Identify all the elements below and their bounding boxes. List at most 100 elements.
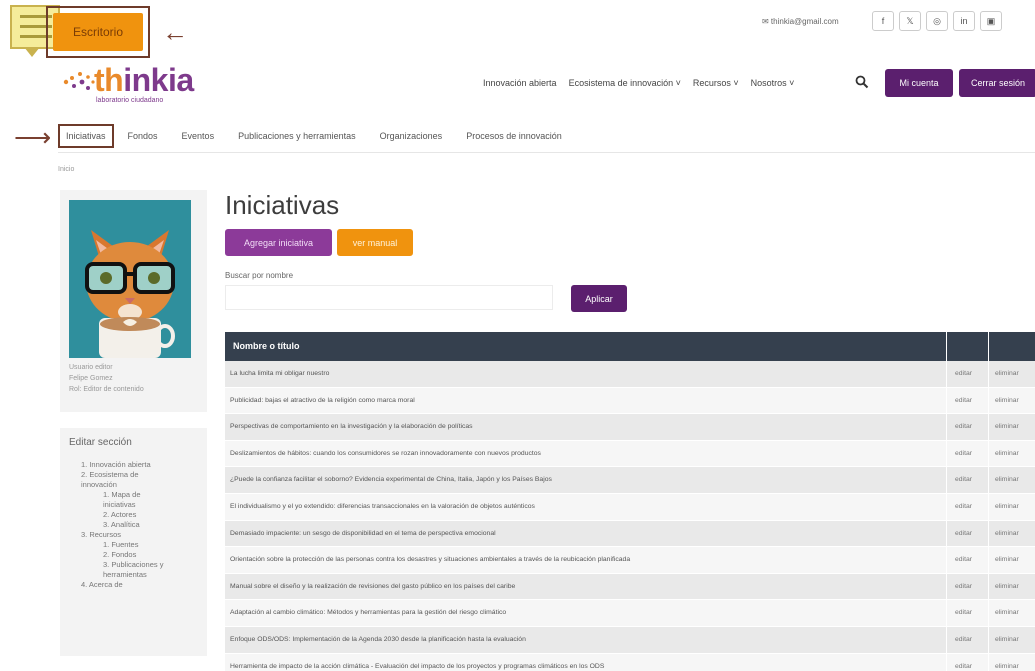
edit-section-item[interactable]: 1. Mapa de xyxy=(69,490,198,500)
initiative-title: La lucha limita mi obligar nuestro xyxy=(225,361,947,387)
facebook-icon[interactable]: f xyxy=(872,11,894,31)
delete-link[interactable]: eliminar xyxy=(989,388,1035,414)
edit-link[interactable]: editar xyxy=(947,573,989,600)
table-row: Deslizamientos de hábitos: cuando los co… xyxy=(225,440,1035,468)
edit-section-item[interactable]: 4. Acerca de xyxy=(69,580,198,590)
delete-link[interactable]: eliminar xyxy=(989,414,1035,440)
edit-section-item[interactable]: iniciativas xyxy=(69,500,198,510)
mi-cuenta-button[interactable]: Mi cuenta xyxy=(885,69,953,97)
column-header-name[interactable]: Nombre o título xyxy=(225,332,947,361)
delete-link[interactable]: eliminar xyxy=(989,574,1035,600)
author-info: Usuario editor Felipe Gomez Rol: Editor … xyxy=(69,362,144,395)
tab-organizaciones[interactable]: Organizaciones xyxy=(380,131,443,141)
edit-section-item[interactable]: 1. Innovación abierta xyxy=(69,460,198,470)
author-permission: Rol: Editor de contenido xyxy=(69,386,144,393)
edit-link[interactable]: editar xyxy=(947,493,989,520)
table-row: Enfoque ODS/ODS: Implementación de la Ag… xyxy=(225,626,1035,654)
edit-section-item[interactable]: 2. Actores xyxy=(69,510,198,520)
delete-link[interactable]: eliminar xyxy=(989,600,1035,626)
linkedin-icon[interactable]: in xyxy=(953,11,975,31)
contact-email[interactable]: ✉ thinkia@gmail.com xyxy=(762,17,839,26)
delete-link[interactable]: eliminar xyxy=(989,494,1035,520)
tab-publicaciones[interactable]: Publicaciones y herramientas xyxy=(238,131,356,141)
tab-procesos[interactable]: Procesos de innovación xyxy=(466,131,562,141)
escritorio-button[interactable]: Escritorio xyxy=(53,13,143,51)
author-role: Usuario editor xyxy=(69,364,113,371)
delete-link[interactable]: eliminar xyxy=(989,361,1035,387)
edit-section-title: Editar sección xyxy=(69,437,132,448)
delete-link[interactable]: eliminar xyxy=(989,627,1035,653)
tab-iniciativas[interactable]: Iniciativas xyxy=(58,124,114,148)
initiative-title: El individualismo y el yo extendido: dif… xyxy=(225,493,947,520)
table-row: El individualismo y el yo extendido: dif… xyxy=(225,493,1035,521)
edit-link[interactable]: editar xyxy=(947,361,989,387)
table-body: La lucha limita mi obligar nuestro editar… xyxy=(225,361,1035,671)
initiative-title: Demasiado impaciente: un sesgo de dispon… xyxy=(225,520,947,547)
avatar xyxy=(69,200,191,358)
apply-button[interactable]: Aplicar xyxy=(571,285,627,312)
logo-name: thinkia xyxy=(94,62,194,98)
table-header: Nombre o título xyxy=(225,332,1035,361)
youtube-icon[interactable]: ▣ xyxy=(980,11,1002,31)
edit-link[interactable]: editar xyxy=(947,547,989,573)
edit-link[interactable]: editar xyxy=(947,414,989,440)
table-row: La lucha limita mi obligar nuestro editar… xyxy=(225,361,1035,388)
delete-link[interactable]: eliminar xyxy=(989,467,1035,493)
edit-section-panel: Editar sección 1. Innovación abierta 2. E… xyxy=(60,428,207,656)
edit-link[interactable]: editar xyxy=(947,467,989,493)
tab-eventos[interactable]: Eventos xyxy=(182,131,215,141)
edit-link[interactable]: editar xyxy=(947,626,989,653)
edit-section-item[interactable]: 2. Fondos xyxy=(69,550,198,560)
edit-link[interactable]: editar xyxy=(947,440,989,467)
nav-recursos[interactable]: Recursos ˅ xyxy=(693,78,739,88)
edit-section-item[interactable]: 3. Publicaciones y xyxy=(69,560,198,570)
edit-link[interactable]: editar xyxy=(947,387,989,414)
delete-link[interactable]: eliminar xyxy=(989,654,1035,671)
social-links: f 𝕏 ◎ in ▣ xyxy=(872,11,1002,31)
initiative-title: Adaptación al cambio climático: Métodos … xyxy=(225,600,947,626)
initiative-title: Enfoque ODS/ODS: Implementación de la Ag… xyxy=(225,626,947,653)
table-row: Demasiado impaciente: un sesgo de dispon… xyxy=(225,520,1035,548)
edit-section-item[interactable]: 3. Analítica xyxy=(69,520,198,530)
edit-section-item[interactable]: herramientas xyxy=(69,570,198,580)
page-title: Iniciativas xyxy=(225,190,340,220)
breadcrumb[interactable]: Inicio xyxy=(58,166,74,173)
search-input[interactable] xyxy=(225,285,553,310)
delete-link[interactable]: eliminar xyxy=(989,521,1035,547)
nav-nosotros[interactable]: Nosotros ˅ xyxy=(751,78,795,88)
column-header-edit xyxy=(947,332,989,361)
initiative-title: Deslizamientos de hábitos: cuando los co… xyxy=(225,440,947,467)
add-initiative-button[interactable]: Agregar iniciativa xyxy=(225,229,332,256)
column-header-delete xyxy=(989,332,1035,361)
nav-ecosistema[interactable]: Ecosistema de innovación ˅ xyxy=(569,78,681,88)
search-label: Buscar por nombre xyxy=(225,271,294,280)
search-icon[interactable] xyxy=(855,75,869,89)
subnav-divider xyxy=(58,152,1035,153)
edit-link[interactable]: editar xyxy=(947,653,989,671)
edit-section-item[interactable]: innovación xyxy=(69,480,198,490)
edit-link[interactable]: editar xyxy=(947,520,989,547)
arrow-left-icon: ← xyxy=(162,17,188,47)
initiative-title: Manual sobre el diseño y la realización … xyxy=(225,573,947,600)
edit-section-item[interactable]: 2. Ecosistema de xyxy=(69,470,198,480)
edit-section-item[interactable]: 1. Fuentes xyxy=(69,540,198,550)
twitter-icon[interactable]: 𝕏 xyxy=(899,11,921,31)
initiative-title: Publicidad: bajas el atractivo de la rel… xyxy=(225,387,947,414)
delete-link[interactable]: eliminar xyxy=(989,441,1035,467)
delete-link[interactable]: eliminar xyxy=(989,547,1035,573)
table-row: Herramienta de impacto de la acción clim… xyxy=(225,653,1035,671)
manual-button[interactable]: ver manual xyxy=(337,229,413,256)
instagram-icon[interactable]: ◎ xyxy=(926,11,948,31)
nav-innovacion-abierta[interactable]: Innovación abierta xyxy=(483,78,557,88)
edit-section-list: 1. Innovación abierta 2. Ecosistema de inn… xyxy=(69,460,198,590)
tab-fondos[interactable]: Fondos xyxy=(128,131,158,141)
profile-card: Usuario editor Felipe Gomez Rol: Editor … xyxy=(60,190,207,412)
initiative-title: Herramienta de impacto de la acción clim… xyxy=(225,653,947,671)
cerrar-sesion-button[interactable]: Cerrar sesión xyxy=(959,69,1035,97)
arrow-right-icon: ⟶ xyxy=(14,122,52,152)
initiative-title: Perspectivas de comportamiento en la inv… xyxy=(225,414,947,440)
edit-link[interactable]: editar xyxy=(947,600,989,626)
table-row: Orientación sobre la protección de las p… xyxy=(225,547,1035,574)
edit-section-item[interactable]: 3. Recursos xyxy=(69,530,198,540)
initiative-title: Orientación sobre la protección de las p… xyxy=(225,547,947,573)
